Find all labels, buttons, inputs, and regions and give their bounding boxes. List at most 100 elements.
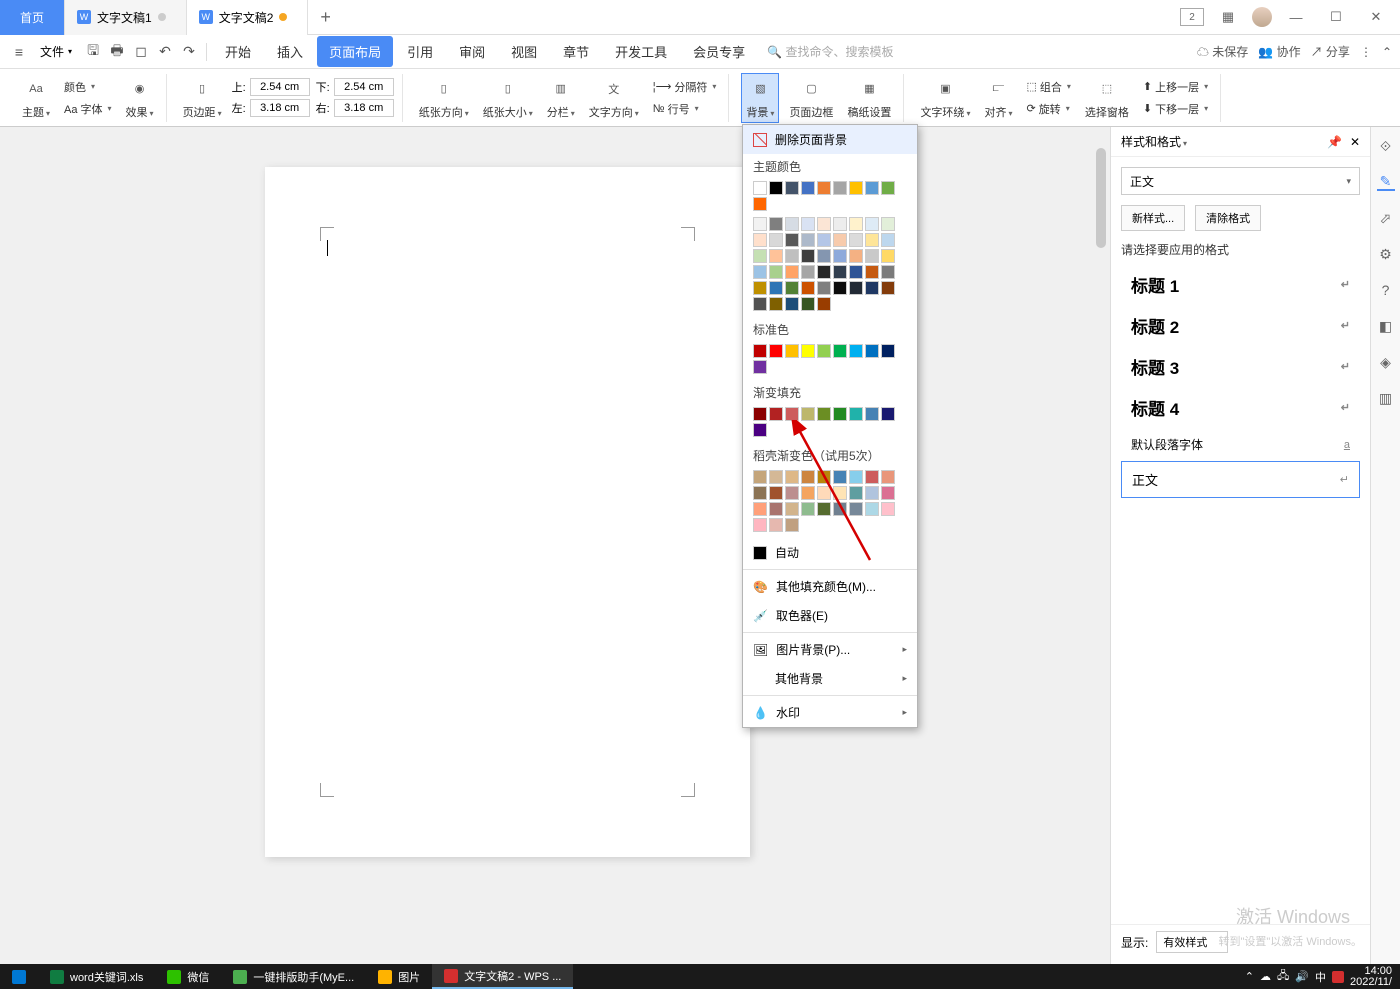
search-input[interactable]: 🔍 查找命令、搜索模板 [759, 43, 901, 60]
show-select[interactable]: 有效样式 [1156, 931, 1228, 953]
undo-icon[interactable]: ↶ [154, 41, 176, 63]
tab-chapter[interactable]: 章节 [551, 36, 601, 67]
color-swatch[interactable] [849, 181, 863, 195]
color-swatch[interactable] [817, 217, 831, 231]
color-swatch[interactable] [753, 249, 767, 263]
color-swatch[interactable] [753, 360, 767, 374]
color-swatch[interactable] [785, 518, 799, 532]
color-swatch[interactable] [785, 265, 799, 279]
color-swatch[interactable] [785, 486, 799, 500]
color-swatch[interactable] [753, 486, 767, 500]
page[interactable] [265, 167, 750, 857]
tab-view[interactable]: 视图 [499, 36, 549, 67]
side-tool3-icon[interactable]: ▥ [1377, 389, 1395, 407]
color-swatch[interactable] [769, 181, 783, 195]
color-swatch[interactable] [881, 407, 895, 421]
color-swatch[interactable] [785, 217, 799, 231]
color-swatch[interactable] [865, 486, 879, 500]
color-swatch[interactable] [801, 344, 815, 358]
avatar-icon[interactable] [1252, 7, 1272, 27]
background-button[interactable]: ▧背景 [741, 73, 779, 123]
tab-add[interactable]: + [308, 7, 343, 28]
color-swatch[interactable] [881, 217, 895, 231]
remove-bg-item[interactable]: 删除页面背景 [743, 125, 917, 154]
rotate-button[interactable]: ⟳ 旋转 [1022, 99, 1074, 119]
save-icon[interactable]: 🖫 [82, 41, 104, 63]
color-swatch[interactable] [801, 233, 815, 247]
color-swatch[interactable] [753, 423, 767, 437]
size-button[interactable]: ▯纸张大小 [479, 74, 537, 122]
color-swatch[interactable] [753, 502, 767, 516]
color-swatch[interactable] [865, 181, 879, 195]
manuscript-button[interactable]: ▦稿纸设置 [843, 74, 895, 122]
color-swatch[interactable] [881, 281, 895, 295]
color-swatch[interactable] [785, 233, 799, 247]
color-swatch[interactable] [865, 470, 879, 484]
color-swatch[interactable] [833, 181, 847, 195]
columns-button[interactable]: ▥分栏 [543, 74, 579, 122]
tray-volume-icon[interactable]: 🔊 [1295, 970, 1309, 983]
color-swatch[interactable] [849, 233, 863, 247]
color-swatch[interactable] [785, 181, 799, 195]
color-swatch[interactable] [785, 297, 799, 311]
group-button[interactable]: ⬚ 组合 [1022, 77, 1074, 97]
color-swatch[interactable] [817, 281, 831, 295]
color-swatch[interactable] [769, 297, 783, 311]
color-swatch[interactable] [769, 518, 783, 532]
color-swatch[interactable] [785, 502, 799, 516]
current-style-select[interactable]: 正文▾ [1121, 167, 1360, 195]
color-swatch[interactable] [785, 407, 799, 421]
style-body[interactable]: 正文↵ [1121, 461, 1360, 498]
color-swatch[interactable] [817, 470, 831, 484]
color-swatch[interactable] [881, 486, 895, 500]
color-swatch[interactable] [801, 502, 815, 516]
pin-icon[interactable]: 📌 [1327, 135, 1342, 149]
collab-button[interactable]: 👥 协作 [1258, 43, 1300, 60]
color-swatch[interactable] [801, 249, 815, 263]
style-default-font[interactable]: 默认段落字体a [1121, 428, 1360, 461]
color-swatch[interactable] [785, 344, 799, 358]
color-swatch[interactable] [849, 281, 863, 295]
color-swatch[interactable] [849, 502, 863, 516]
theme-button[interactable]: Aa主题 [18, 74, 54, 122]
badge[interactable]: 2 [1180, 8, 1204, 26]
margin-right-input[interactable]: 右: [316, 99, 394, 117]
margin-button[interactable]: ▯页边距 [179, 74, 226, 122]
close-panel-icon[interactable]: ✕ [1350, 135, 1360, 149]
clear-format-button[interactable]: 清除格式 [1195, 205, 1261, 231]
tab-devtools[interactable]: 开发工具 [603, 36, 679, 67]
tab-home[interactable]: 首页 [0, 0, 65, 35]
color-swatch[interactable] [833, 407, 847, 421]
tray-network-icon[interactable]: 🖧 [1277, 967, 1289, 986]
color-swatch[interactable] [769, 502, 783, 516]
linenum-button[interactable]: № 行号 [649, 99, 721, 119]
print-icon[interactable]: 🖶 [106, 41, 128, 63]
textdir-button[interactable]: 文文字方向 [585, 74, 643, 122]
tray-app-icon[interactable] [1332, 971, 1344, 983]
color-swatch[interactable] [769, 265, 783, 279]
color-swatch[interactable] [769, 407, 783, 421]
color-swatch[interactable] [817, 297, 831, 311]
color-swatch[interactable] [849, 407, 863, 421]
color-swatch[interactable] [753, 217, 767, 231]
effect-button[interactable]: ◉效果 [122, 74, 158, 122]
color-swatch[interactable] [849, 486, 863, 500]
color-swatch[interactable] [849, 265, 863, 279]
color-swatch[interactable] [833, 281, 847, 295]
tab-insert[interactable]: 插入 [265, 36, 315, 67]
color-swatch[interactable] [817, 181, 831, 195]
style-heading1[interactable]: 标题 1↵ [1121, 264, 1360, 305]
color-swatch[interactable] [833, 486, 847, 500]
file-menu[interactable]: 文件▾ [32, 39, 80, 64]
color-swatch[interactable] [817, 486, 831, 500]
side-format-icon[interactable]: ⟐ [1377, 137, 1395, 155]
color-swatch[interactable] [833, 249, 847, 263]
color-swatch[interactable] [849, 217, 863, 231]
side-styles-icon[interactable]: ✎ [1377, 173, 1395, 191]
tab-doc2[interactable]: W 文字文稿2 [187, 0, 309, 35]
color-swatch[interactable] [753, 344, 767, 358]
margin-left-input[interactable]: 左: [232, 99, 310, 117]
color-swatch[interactable] [865, 249, 879, 263]
style-heading4[interactable]: 标题 4↵ [1121, 387, 1360, 428]
start-button[interactable] [0, 964, 38, 989]
